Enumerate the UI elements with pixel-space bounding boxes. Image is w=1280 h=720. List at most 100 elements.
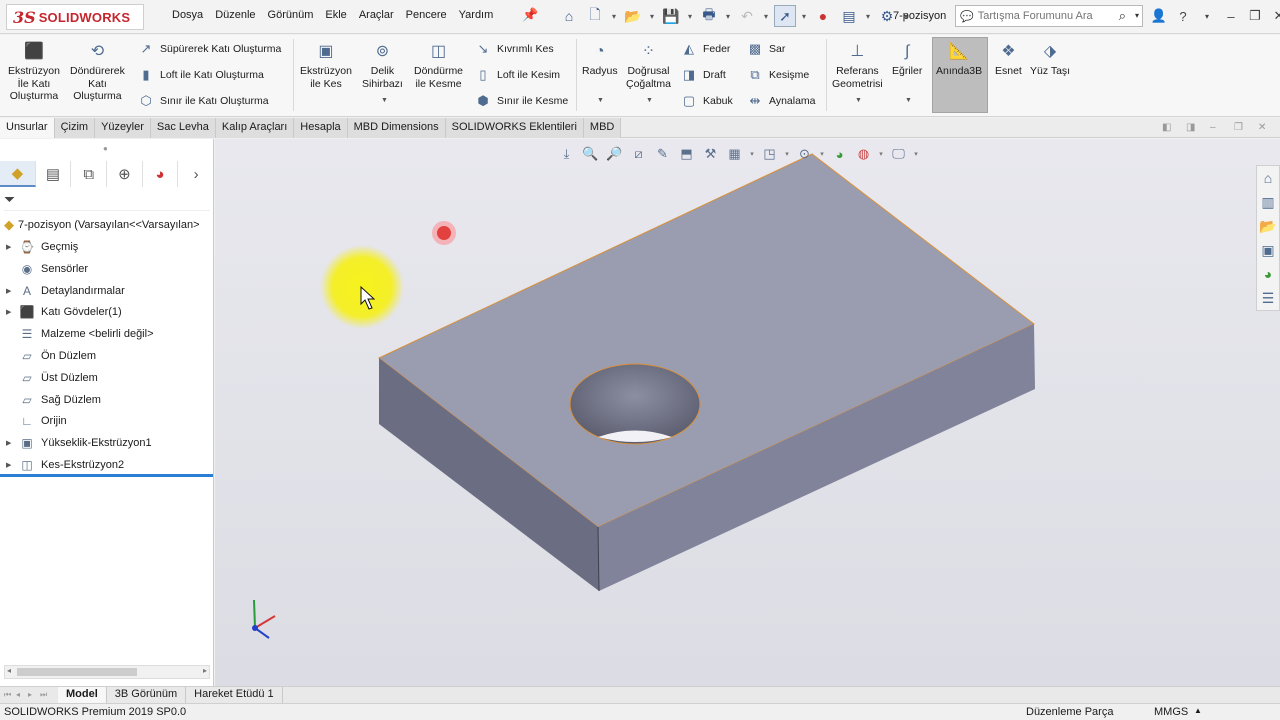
tree-horizontal-scrollbar[interactable]: ◂ ▸ bbox=[4, 665, 210, 679]
tab-3d-views[interactable]: 3B Görünüm bbox=[107, 687, 187, 703]
tab-mold-tools[interactable]: Kalıp Araçları bbox=[215, 118, 295, 138]
tree-item[interactable]: ▶ ◫ Kes-Ekstrüzyon2 bbox=[6, 456, 124, 474]
expand-arrow-icon[interactable]: ▶ bbox=[6, 439, 18, 447]
tree-filter[interactable]: ⏷ bbox=[4, 191, 210, 211]
select-pointer-icon[interactable]: ➚ bbox=[774, 5, 796, 27]
tab-first-icon[interactable]: ⏮ bbox=[4, 690, 14, 700]
tile-left-icon[interactable]: ◧ bbox=[1162, 122, 1176, 134]
hide-show-dropdown-icon[interactable]: ▾ bbox=[749, 145, 755, 163]
appearance-dropdown-icon[interactable]: ▾ bbox=[784, 145, 790, 163]
help-dropdown-icon[interactable]: ▾ bbox=[1198, 6, 1216, 26]
property-manager-tab-icon[interactable]: ▤ bbox=[36, 161, 72, 187]
linear-pattern-button[interactable]: ⁘ Doğrusal Çoğaltma bbox=[626, 41, 671, 90]
tree-item[interactable]: ▱ Üst Düzlem bbox=[6, 369, 97, 387]
view-orientation-icon[interactable]: ⬒ bbox=[677, 145, 696, 163]
tab-last-icon[interactable]: ⏭ bbox=[40, 690, 50, 700]
forum-search-input[interactable] bbox=[977, 10, 1108, 22]
doc-minimize-icon[interactable]: – bbox=[1210, 122, 1224, 134]
dimxpert-manager-tab-icon[interactable]: ⊕ bbox=[107, 161, 143, 187]
wrap-button[interactable]: ▩ Sar bbox=[746, 40, 786, 58]
menu-tools[interactable]: Araçlar bbox=[353, 9, 400, 21]
print-dropdown-icon[interactable]: ▾ bbox=[724, 5, 732, 27]
move-face-button[interactable]: ⬗ Yüz Taşı bbox=[1030, 41, 1070, 78]
rib-button[interactable]: ◭ Feder bbox=[680, 40, 730, 58]
tile-right-icon[interactable]: ◨ bbox=[1186, 122, 1200, 134]
undo-dropdown-icon[interactable]: ▾ bbox=[762, 5, 770, 27]
doc-close-icon[interactable]: ✕ bbox=[1258, 122, 1272, 134]
zoom-to-fit-icon[interactable]: ⤓ bbox=[557, 145, 576, 163]
tab-mbd-dimensions[interactable]: MBD Dimensions bbox=[347, 118, 446, 138]
forum-search-box[interactable]: 💬 ⌕ ▾ bbox=[955, 5, 1143, 27]
expand-arrow-icon[interactable]: ▶ bbox=[6, 243, 18, 251]
undo-icon[interactable]: ↶ bbox=[736, 5, 758, 27]
realview-icon[interactable]: ◍ bbox=[854, 145, 873, 163]
hole-wizard-dropdown-icon[interactable]: ▼ bbox=[381, 97, 388, 104]
select-dropdown-icon[interactable]: ▾ bbox=[800, 5, 808, 27]
dynamic-annotation-icon[interactable]: ✎ bbox=[653, 145, 672, 163]
file-explorer-icon[interactable]: 📂 bbox=[1257, 214, 1279, 238]
rebuild-traffic-light-icon[interactable]: ● bbox=[812, 5, 834, 27]
monitor-dropdown-icon[interactable]: ▾ bbox=[913, 145, 919, 163]
reference-dropdown-icon[interactable]: ▼ bbox=[855, 97, 862, 104]
intersect-button[interactable]: ⧉ Kesişme bbox=[746, 66, 809, 84]
save-icon[interactable]: 💾 bbox=[660, 5, 682, 27]
curves-button[interactable]: ∫ Eğriler bbox=[892, 41, 922, 78]
home-icon[interactable]: ⌂ bbox=[558, 5, 580, 27]
restore-icon[interactable]: ❐ bbox=[1246, 6, 1264, 26]
extrude-cut-button[interactable]: ▣ Ekstrüzyon ile Kes bbox=[300, 41, 352, 90]
tab-model[interactable]: Model bbox=[58, 687, 107, 703]
solidworks-resources-icon[interactable]: ⌂ bbox=[1257, 166, 1279, 190]
rollback-bar[interactable] bbox=[0, 474, 213, 477]
mirror-button[interactable]: ⇹ Aynalama bbox=[746, 92, 816, 110]
design-library-icon[interactable]: ▥ bbox=[1257, 190, 1279, 214]
monitor-display-icon[interactable]: 🖵 bbox=[889, 145, 908, 163]
appearances-icon[interactable]: ◕ bbox=[1257, 262, 1279, 286]
lofted-cut-button[interactable]: ▯ Loft ile Kesim bbox=[474, 66, 560, 84]
new-document-icon[interactable]: 🗋 bbox=[584, 5, 606, 27]
previous-view-icon[interactable]: 🔎 bbox=[605, 145, 624, 163]
menu-insert[interactable]: Ekle bbox=[319, 9, 352, 21]
user-account-icon[interactable]: 👤 bbox=[1150, 6, 1168, 26]
view-palette-icon[interactable]: ▣ bbox=[1257, 238, 1279, 262]
tree-item[interactable]: ☰ Malzeme <belirli değil> bbox=[6, 325, 154, 343]
flex-button[interactable]: ❖ Esnet bbox=[995, 41, 1022, 78]
unit-system-selector[interactable]: MMGS bbox=[1154, 706, 1188, 718]
fillet-dropdown-icon[interactable]: ▼ bbox=[597, 97, 604, 104]
reference-geometry-button[interactable]: ⊥ Referans Geometrisi bbox=[832, 41, 883, 90]
tree-item[interactable]: ▱ Ön Düzlem bbox=[6, 347, 96, 365]
expand-arrow-icon[interactable]: ▶ bbox=[6, 308, 18, 316]
part-model[interactable] bbox=[215, 139, 1280, 686]
pattern-dropdown-icon[interactable]: ▼ bbox=[646, 97, 653, 104]
tab-solidworks-addins[interactable]: SOLIDWORKS Eklentileri bbox=[445, 118, 584, 138]
tab-features[interactable]: Unsurlar bbox=[0, 118, 55, 138]
zoom-to-area-icon[interactable]: 🔍 bbox=[581, 145, 600, 163]
instant3d-button[interactable]: 📐 Anında3B bbox=[936, 41, 982, 78]
tree-item[interactable]: ▶ ⬛ Katı Gövdeler(1) bbox=[6, 303, 122, 321]
help-question-icon[interactable]: ? bbox=[1174, 6, 1192, 26]
hide-show-items-icon[interactable]: ▦ bbox=[725, 145, 744, 163]
apply-scene-icon[interactable]: ⊙ bbox=[795, 145, 814, 163]
realview-dropdown-icon[interactable]: ▾ bbox=[878, 145, 884, 163]
curves-dropdown-icon[interactable]: ▼ bbox=[905, 97, 912, 104]
expand-arrow-icon[interactable]: ▶ bbox=[6, 287, 18, 295]
scene-dropdown-icon[interactable]: ▾ bbox=[819, 145, 825, 163]
scroll-right-icon[interactable]: ▸ bbox=[203, 666, 207, 675]
scroll-left-icon[interactable]: ◂ bbox=[7, 666, 11, 675]
tab-motion-study[interactable]: Hareket Etüdü 1 bbox=[186, 687, 283, 703]
boundary-cut-button[interactable]: ⬢ Sınır ile Kesme bbox=[474, 92, 568, 110]
tab-prev-icon[interactable]: ◂ bbox=[16, 690, 26, 700]
properties-dropdown-icon[interactable]: ▾ bbox=[864, 5, 872, 27]
feature-manager-tab-icon[interactable]: ◆ bbox=[0, 161, 36, 187]
extrude-boss-button[interactable]: ⬛ Ekstrüzyon İle Katı Oluşturma bbox=[8, 41, 60, 103]
search-icon[interactable]: ⌕ bbox=[1119, 8, 1126, 24]
menu-edit[interactable]: Düzenle bbox=[209, 9, 261, 21]
filter-funnel-icon[interactable]: ⏷ bbox=[4, 191, 15, 207]
menu-window[interactable]: Pencere bbox=[400, 9, 453, 21]
draft-button[interactable]: ◨ Draft bbox=[680, 66, 726, 84]
tree-item[interactable]: ▶ ▣ Yükseklik-Ekstrüzyon1 bbox=[6, 434, 152, 452]
open-folder-icon[interactable]: 📂 bbox=[622, 5, 644, 27]
tab-mbd[interactable]: MBD bbox=[583, 118, 622, 138]
tab-sketch[interactable]: Çizim bbox=[54, 118, 96, 138]
new-dropdown-icon[interactable]: ▾ bbox=[610, 5, 618, 27]
tree-item[interactable]: ▶ ⌚ Geçmiş bbox=[6, 238, 78, 256]
